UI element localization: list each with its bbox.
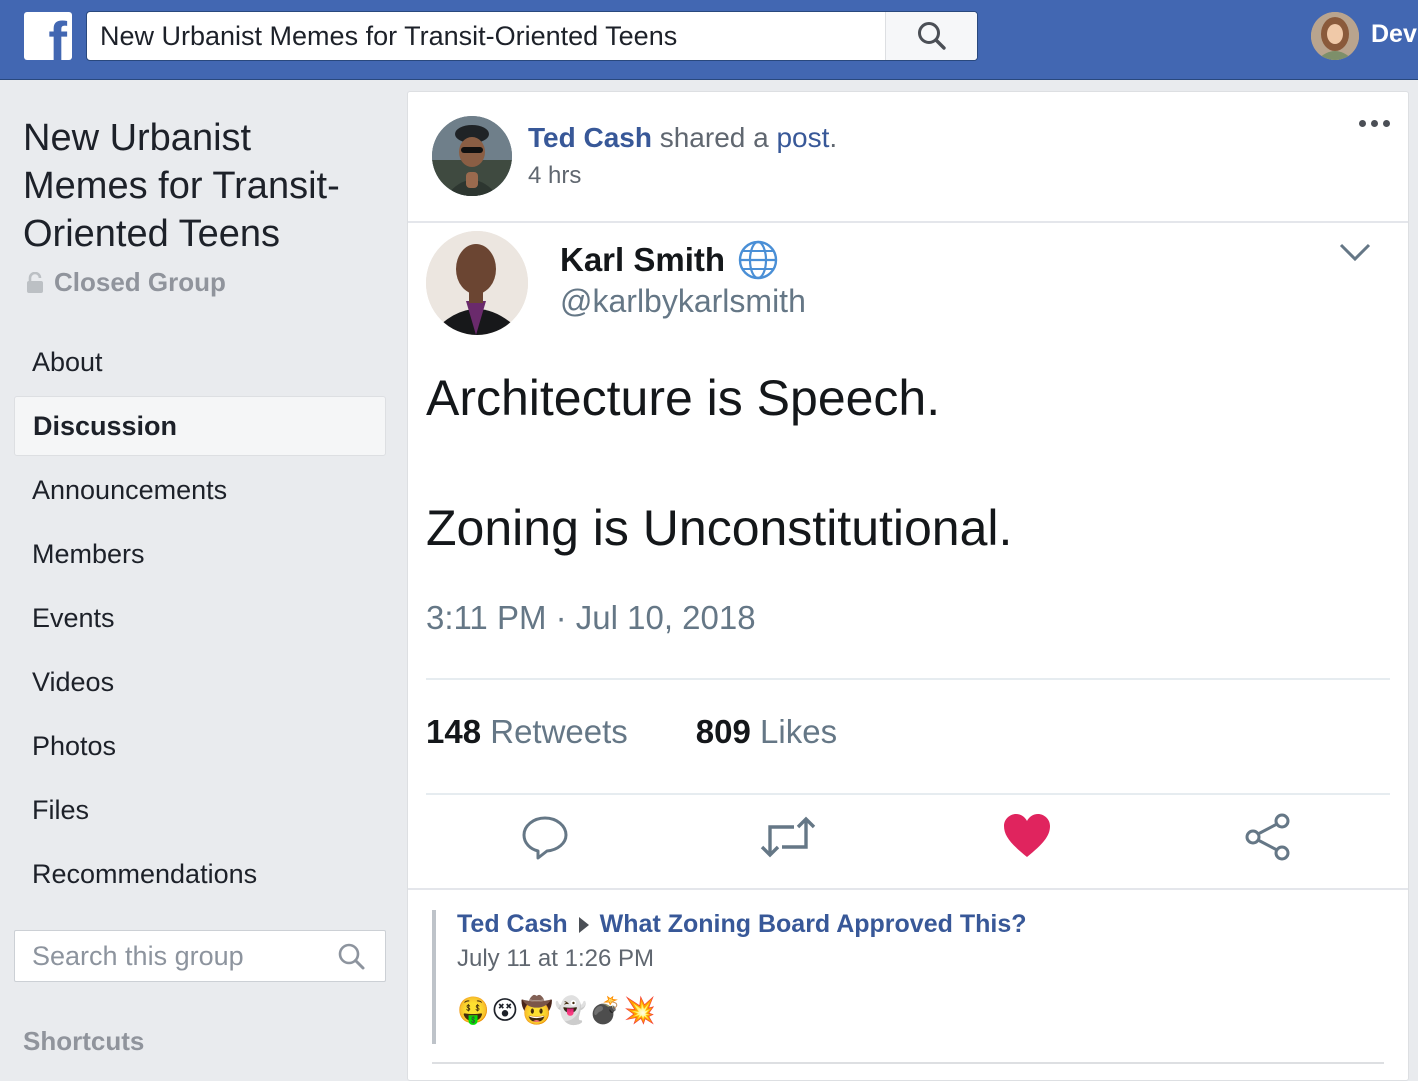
nav-item-recommendations[interactable]: Recommendations bbox=[14, 842, 386, 906]
tweet-retweets: 148 Retweets bbox=[426, 713, 628, 751]
shared-target-link[interactable]: What Zoning Board Approved This? bbox=[600, 910, 1027, 939]
group-privacy: Closed Group bbox=[26, 267, 226, 298]
shared-post-attribution: Ted Cash What Zoning Board Approved This… bbox=[432, 910, 1384, 1044]
global-search-box bbox=[86, 11, 978, 61]
post-link[interactable]: post bbox=[776, 122, 829, 153]
globe-icon bbox=[738, 240, 778, 280]
user-avatar[interactable] bbox=[1311, 12, 1359, 60]
post-header: Ted Cash shared a post. 4 hrs bbox=[408, 92, 1408, 222]
tweet-timestamp: 3:11 PM · Jul 10, 2018 bbox=[426, 599, 756, 636]
group-title[interactable]: New Urbanist Memes for Transit-Oriented … bbox=[23, 114, 383, 258]
tweet-text-line-2: Zoning is Unconstitutional. bbox=[426, 500, 1013, 556]
likes-count: 809 bbox=[695, 713, 751, 750]
heart-icon bbox=[1004, 814, 1050, 857]
group-search-box bbox=[14, 930, 386, 982]
post-timestamp[interactable]: 4 hrs bbox=[528, 162, 581, 190]
shared-post-emoji-text: 🤑😵🤠👻💣💥 bbox=[457, 995, 658, 1025]
caret-right-icon bbox=[578, 916, 589, 933]
shared-author-link[interactable]: Ted Cash bbox=[457, 910, 568, 939]
share-icon bbox=[1245, 813, 1290, 861]
group-search-input[interactable] bbox=[15, 931, 325, 981]
nav-item-members[interactable]: Members bbox=[14, 522, 386, 586]
tweet-author-avatar bbox=[426, 231, 528, 335]
global-search-input[interactable] bbox=[87, 12, 887, 60]
post-author-link[interactable]: Ted Cash bbox=[528, 122, 652, 153]
shared-attribution-line: Ted Cash What Zoning Board Approved This… bbox=[457, 910, 1384, 939]
shared-timestamp[interactable]: July 11 at 1:26 PM bbox=[457, 945, 1384, 973]
post-card: Ted Cash shared a post. 4 hrs Karl Smith bbox=[407, 91, 1409, 1081]
facebook-logo-icon[interactable]: f bbox=[24, 12, 72, 60]
tweet-author-handle: @karlbykarlsmith bbox=[560, 283, 806, 319]
poster-avatar-image bbox=[432, 116, 512, 196]
likes-label: Likes bbox=[760, 713, 838, 750]
post-meta-line: Ted Cash shared a post. bbox=[528, 122, 837, 154]
shortcuts-heading: Shortcuts bbox=[23, 1026, 145, 1056]
tweet-likes: 809 Likes bbox=[696, 713, 837, 751]
post-bottom-divider bbox=[432, 1062, 1384, 1064]
tweet-divider bbox=[426, 793, 1390, 795]
post-action-end: . bbox=[829, 122, 838, 153]
search-icon bbox=[917, 22, 946, 50]
nav-item-photos[interactable]: Photos bbox=[14, 714, 386, 778]
retweets-label: Retweets bbox=[490, 713, 628, 750]
post-action-text: shared a bbox=[659, 122, 769, 153]
search-icon[interactable] bbox=[337, 942, 367, 972]
nav-item-about[interactable]: About bbox=[14, 330, 386, 394]
tweet-text-line-1: Architecture is Speech. bbox=[426, 370, 941, 426]
facebook-logo-letter: f bbox=[48, 12, 67, 61]
lock-icon bbox=[27, 271, 43, 293]
tweet-author-avatar-image bbox=[426, 231, 528, 335]
group-nav: About Discussion Announcements Members E… bbox=[14, 330, 386, 906]
user-name[interactable]: Dev bbox=[1371, 20, 1417, 49]
tweet-divider bbox=[426, 678, 1390, 680]
nav-item-files[interactable]: Files bbox=[14, 778, 386, 842]
nav-item-discussion[interactable]: Discussion bbox=[14, 396, 386, 456]
nav-item-announcements[interactable]: Announcements bbox=[14, 458, 386, 522]
group-privacy-label: Closed Group bbox=[54, 267, 226, 297]
post-options-icon[interactable] bbox=[1359, 120, 1390, 127]
group-sidebar: New Urbanist Memes for Transit-Oriented … bbox=[0, 80, 400, 1068]
shared-tweet-image[interactable]: Karl Smith @karlbykarlsmith Architecture… bbox=[408, 221, 1408, 890]
nav-item-events[interactable]: Events bbox=[14, 586, 386, 650]
nav-item-videos[interactable]: Videos bbox=[14, 650, 386, 714]
retweets-count: 148 bbox=[426, 713, 482, 750]
search-button[interactable] bbox=[885, 12, 977, 60]
tweet-author-name-text: Karl Smith bbox=[560, 241, 726, 278]
reply-icon bbox=[522, 816, 568, 860]
tweet-actions bbox=[408, 813, 1408, 883]
tweet-author-name: Karl Smith bbox=[560, 239, 779, 281]
retweet-icon bbox=[760, 816, 816, 858]
chevron-down-icon bbox=[1339, 243, 1371, 262]
tweet-stats: 148 Retweets 809 Likes bbox=[426, 713, 837, 751]
top-navigation-bar: f Dev bbox=[0, 0, 1418, 80]
poster-avatar[interactable] bbox=[432, 116, 512, 196]
user-avatar-image bbox=[1311, 12, 1359, 60]
